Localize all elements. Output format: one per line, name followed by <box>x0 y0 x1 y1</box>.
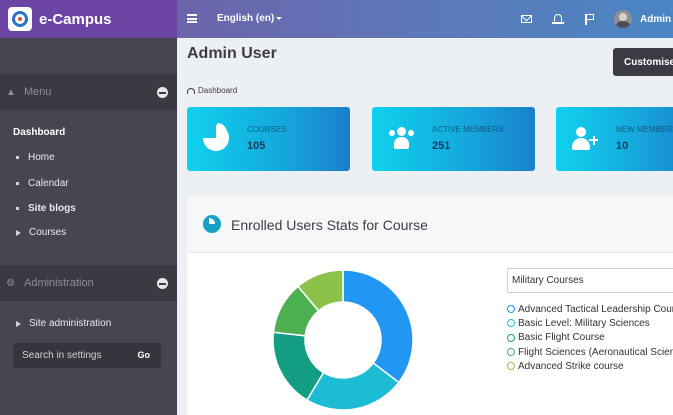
sidebar-item-home[interactable]: Home <box>16 152 55 163</box>
hamburger-menu-icon[interactable] <box>187 14 197 23</box>
enrolled-users-donut-chart <box>272 269 414 411</box>
pie-chart-icon <box>203 123 229 151</box>
menu-section-header[interactable]: ▲ Menu <box>0 74 177 110</box>
stat-value: 105 <box>247 140 266 152</box>
legend-item[interactable]: Basic Level: Military Sciences <box>507 316 673 330</box>
legend-item[interactable]: Flight Sciences (Aeronautical Science) <box>507 345 673 359</box>
menu-section-label: Menu <box>24 86 52 98</box>
user-plus-icon <box>572 125 598 151</box>
legend-item[interactable]: Basic Flight Course <box>507 331 673 345</box>
language-label: English (en) <box>217 13 275 24</box>
legend-label: Flight Sciences (Aeronautical Science) <box>518 346 673 358</box>
settings-search: Go <box>13 343 161 368</box>
stat-label: COURSES <box>247 125 287 134</box>
legend-item[interactable]: Advanced Tactical Leadership Course <box>507 302 673 316</box>
messages-icon[interactable] <box>521 13 533 25</box>
dashboard-icon <box>187 87 195 94</box>
collapse-menu-icon[interactable] <box>157 87 168 98</box>
legend-marker-icon <box>507 348 515 357</box>
topbar: English (en) Admin <box>177 0 673 38</box>
brand[interactable]: e-Campus <box>0 0 177 38</box>
brand-logo-icon <box>8 7 32 31</box>
stat-value: 251 <box>432 140 451 152</box>
legend-marker-icon <box>507 362 515 371</box>
search-go-button[interactable]: Go <box>138 350 151 360</box>
stat-card-active-members[interactable]: ACTIVE MEMBERS 251 <box>372 107 535 171</box>
sidebar-item-site-blogs[interactable]: Site blogs <box>16 203 76 214</box>
page-title: Admin User <box>187 45 277 62</box>
legend-label: Advanced Strike course <box>518 360 624 372</box>
administration-section-label: Administration <box>24 277 94 289</box>
bullet-icon <box>16 207 19 210</box>
nav-dashboard[interactable]: Dashboard <box>13 127 65 138</box>
sidebar-item-label: Courses <box>29 227 67 238</box>
breadcrumb-item[interactable]: Dashboard <box>198 86 237 95</box>
stat-card-courses[interactable]: COURSES 105 <box>187 107 350 171</box>
stat-value: 10 <box>616 140 629 152</box>
legend-marker-icon <box>507 319 515 328</box>
breadcrumb: Dashboard <box>187 86 237 95</box>
panel-header: Enrolled Users Stats for Course <box>187 196 673 253</box>
brand-name: e-Campus <box>39 10 112 28</box>
stat-card-new-members[interactable]: NEW MEMBERS 10 <box>556 107 673 171</box>
notifications-icon[interactable] <box>552 13 564 25</box>
legend-item[interactable]: Advanced Strike course <box>507 359 673 373</box>
customise-button[interactable]: Customise <box>613 48 673 76</box>
caret-down-icon <box>276 16 283 20</box>
legend-label: Advanced Tactical Leadership Course <box>518 303 673 315</box>
course-category-select[interactable]: Military Courses <box>507 268 673 293</box>
chevron-right-icon <box>16 320 21 327</box>
sidebar: e-Campus ▲ Menu Dashboard Home Calendar … <box>0 0 177 415</box>
collapse-administration-icon[interactable] <box>157 278 168 289</box>
chart-title: Enrolled Users Stats for Course <box>231 217 428 233</box>
sidebar-item-calendar[interactable]: Calendar <box>16 178 69 189</box>
stat-label: ACTIVE MEMBERS <box>432 125 504 134</box>
gears-icon: ⚙ <box>6 277 15 289</box>
avatar[interactable] <box>614 10 632 28</box>
flag-icon[interactable] <box>584 13 596 25</box>
sidebar-item-label: Calendar <box>28 178 69 189</box>
settings-search-input[interactable] <box>22 350 127 361</box>
course-category-value: Military Courses <box>512 275 584 286</box>
sitemap-icon: ▲ <box>6 86 16 98</box>
users-icon <box>388 125 414 151</box>
stat-label: NEW MEMBERS <box>616 125 673 134</box>
bullet-icon <box>16 182 19 185</box>
pie-chart-icon <box>203 215 221 233</box>
language-menu[interactable]: English (en) <box>217 13 283 24</box>
administration-section-header[interactable]: ⚙ Administration <box>0 265 177 301</box>
bullet-icon <box>16 156 19 159</box>
sidebar-item-label: Site blogs <box>28 203 76 214</box>
legend-label: Basic Level: Military Sciences <box>518 317 650 329</box>
legend-marker-icon <box>507 333 515 342</box>
legend-marker-icon <box>507 305 515 314</box>
sidebar-item-courses[interactable]: Courses <box>16 227 66 238</box>
legend-label: Basic Flight Course <box>518 332 605 344</box>
sidebar-item-label: Site administration <box>29 318 112 329</box>
sidebar-item-label: Home <box>28 152 55 163</box>
chart-legend: Advanced Tactical Leadership Course Basic… <box>507 302 673 373</box>
chevron-right-icon <box>16 229 21 236</box>
donut-slice[interactable] <box>342 269 414 384</box>
sidebar-item-site-administration[interactable]: Site administration <box>16 318 111 329</box>
user-name[interactable]: Admin <box>640 14 671 25</box>
